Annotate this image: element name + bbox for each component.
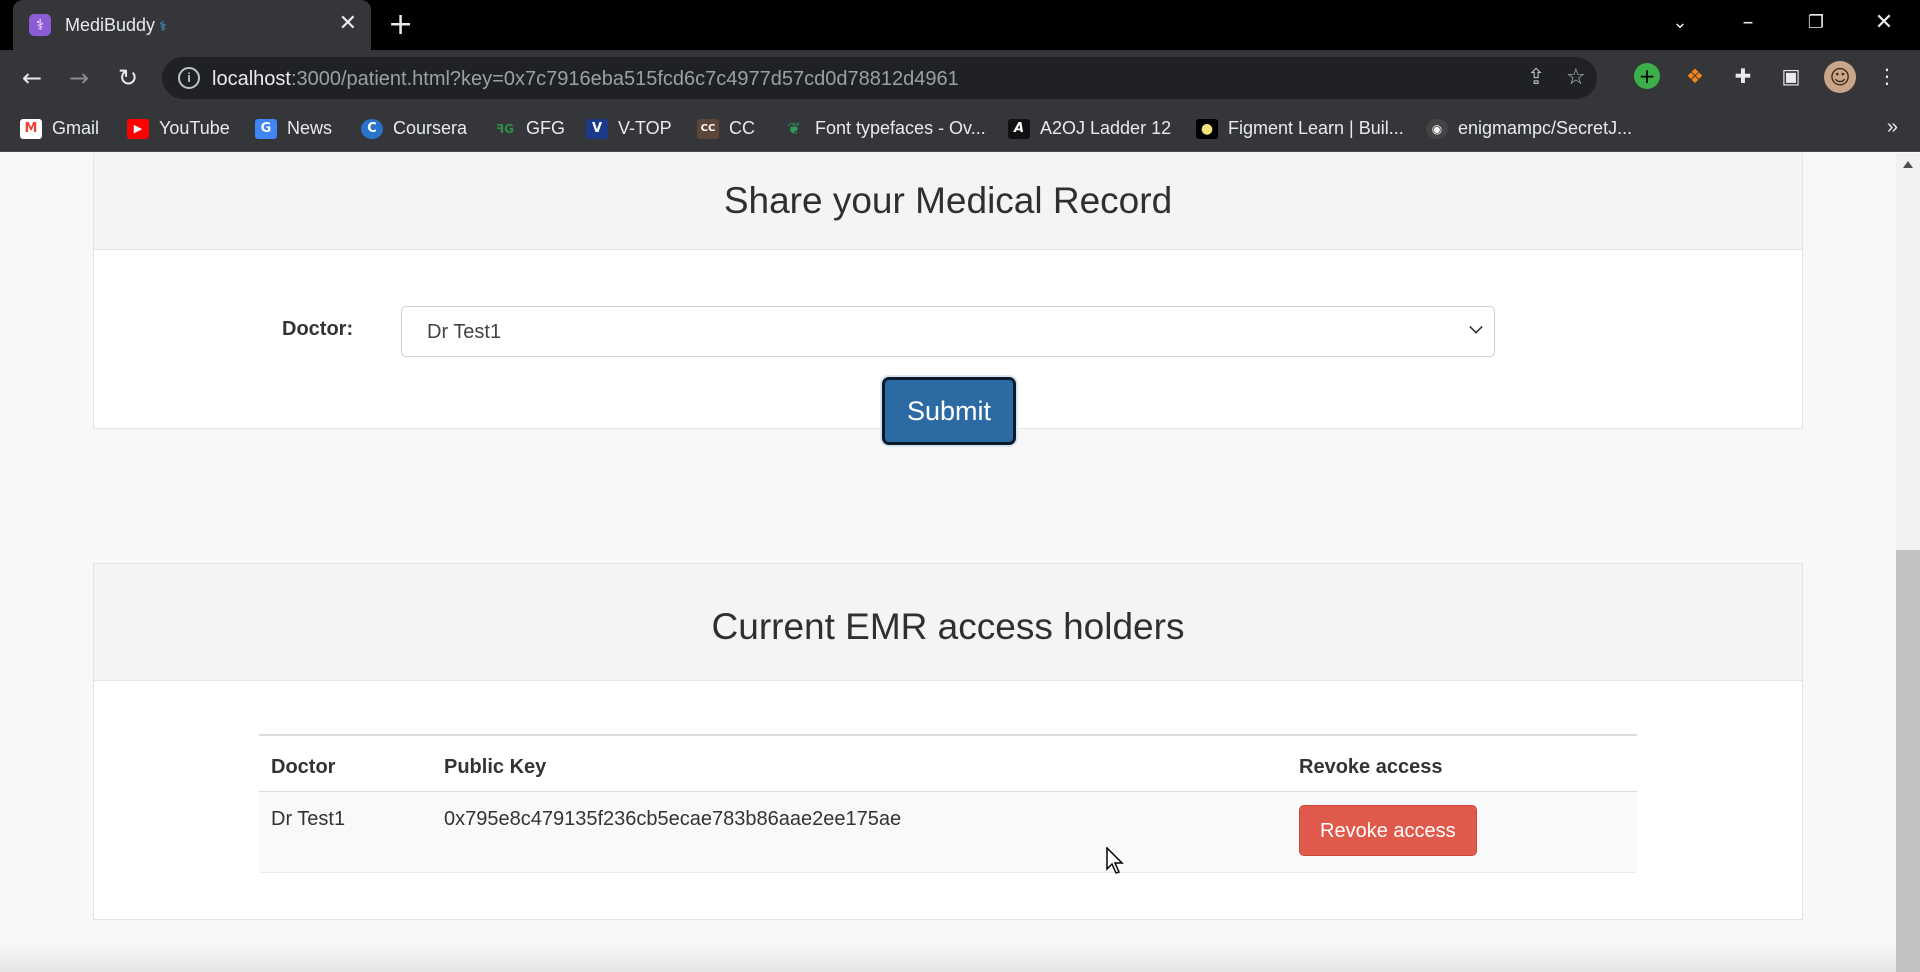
bookmark-font-typefaces[interactable]: ❦ Font typefaces - Ov... bbox=[783, 118, 985, 139]
coursera-icon: C bbox=[361, 118, 383, 139]
bookmark-star-icon[interactable]: ☆ bbox=[1566, 65, 1586, 90]
bookmark-cc[interactable]: CC CC bbox=[697, 118, 755, 139]
browser-tab[interactable]: ⚕ MediBuddy ⚕ ✕ bbox=[13, 0, 371, 50]
new-tab-icon[interactable]: + bbox=[388, 8, 413, 42]
row-doctor: Dr Test1 bbox=[259, 791, 432, 873]
bookmarks-bar: M Gmail ▶ YouTube G News C Coursera ꟻG G… bbox=[0, 106, 1920, 152]
profile-avatar[interactable]: ☺ bbox=[1824, 61, 1856, 93]
extension-plus-icon[interactable]: + bbox=[1634, 63, 1660, 89]
browser-toolbar: ← → ↻ i localhost:3000/patient.html?key=… bbox=[0, 50, 1920, 106]
tab-search-chevron-icon[interactable]: ⌄ bbox=[1665, 8, 1695, 38]
scrollbar-thumb[interactable] bbox=[1896, 550, 1920, 972]
share-record-heading: Share your Medical Record bbox=[94, 153, 1802, 250]
page-viewport: Share your Medical Record Doctor: Dr Tes… bbox=[0, 153, 1896, 972]
github-icon: ◉ bbox=[1426, 118, 1448, 139]
side-panel-icon[interactable]: ▣ bbox=[1778, 63, 1804, 89]
extensions-puzzle-icon[interactable]: ✚ bbox=[1730, 63, 1756, 89]
bottom-shade bbox=[0, 942, 1896, 972]
header-public-key: Public Key bbox=[432, 734, 1287, 792]
bookmark-news[interactable]: G News bbox=[255, 118, 332, 139]
row-public-key: 0x795e8c479135f236cb5ecae783b86aae2ee175… bbox=[432, 791, 1287, 873]
doctor-label: Doctor: bbox=[282, 318, 354, 340]
minimize-icon[interactable]: – bbox=[1733, 8, 1763, 38]
medibuddy-favicon-icon: ⚕ bbox=[29, 14, 51, 36]
metamask-fox-icon[interactable]: ❖ bbox=[1682, 63, 1708, 89]
back-arrow-icon[interactable]: ← bbox=[16, 62, 48, 94]
forward-arrow-icon[interactable]: → bbox=[63, 62, 95, 94]
codechef-icon: CC bbox=[697, 118, 719, 139]
gmail-icon: M bbox=[20, 118, 42, 139]
bookmark-gmail[interactable]: M Gmail bbox=[20, 118, 99, 139]
bookmark-coursera[interactable]: C Coursera bbox=[361, 118, 467, 139]
bookmark-gfg[interactable]: ꟻG GFG bbox=[494, 118, 565, 139]
bookmark-vtop[interactable]: V V-TOP bbox=[586, 118, 672, 139]
table-row: Dr Test1 0x795e8c479135f236cb5ecae783b86… bbox=[259, 791, 1637, 873]
revoke-access-button[interactable]: Revoke access bbox=[1299, 804, 1477, 856]
google-news-icon: G bbox=[255, 118, 277, 139]
bookmarks-overflow-icon[interactable]: » bbox=[1887, 116, 1898, 139]
header-revoke-access: Revoke access bbox=[1287, 734, 1637, 792]
leaf-icon: ❦ bbox=[787, 118, 801, 138]
vtop-icon: V bbox=[586, 118, 608, 139]
a2oj-icon: A bbox=[1008, 118, 1030, 139]
menu-kebab-icon[interactable]: ⋮ bbox=[1874, 63, 1900, 89]
figment-icon: ● bbox=[1196, 118, 1218, 139]
bookmark-a2oj[interactable]: A A2OJ Ladder 12 bbox=[1008, 118, 1171, 139]
doctor-select[interactable]: Dr Test1 bbox=[401, 306, 1495, 357]
tab-title: MediBuddy bbox=[65, 15, 156, 35]
page-scrollbar[interactable] bbox=[1896, 153, 1920, 972]
bookmark-youtube[interactable]: ▶ YouTube bbox=[127, 118, 230, 139]
address-bar[interactable]: i localhost:3000/patient.html?key=0x7c79… bbox=[162, 57, 1597, 99]
tab-strip: ⚕ MediBuddy ⚕ ✕ + ⌄ – ❐ ✕ bbox=[0, 0, 1920, 50]
share-icon[interactable]: ⇪ bbox=[1527, 65, 1545, 90]
share-record-card: Share your Medical Record Doctor: Dr Tes… bbox=[93, 153, 1803, 445]
window-close-icon[interactable]: ✕ bbox=[1869, 8, 1899, 38]
url-path: :3000/patient.html?key=0x7c7916eba515fcd… bbox=[290, 68, 959, 90]
submit-button[interactable]: Submit bbox=[882, 377, 1016, 445]
header-doctor: Doctor bbox=[259, 734, 432, 792]
gfg-icon: ꟻG bbox=[495, 121, 515, 136]
access-holders-heading: Current EMR access holders bbox=[94, 564, 1802, 681]
table-header-row: Doctor Public Key Revoke access bbox=[259, 734, 1637, 792]
chevron-down-icon bbox=[1469, 320, 1483, 334]
youtube-icon: ▶ bbox=[127, 118, 149, 139]
scroll-up-arrow-icon[interactable] bbox=[1903, 161, 1913, 168]
doctor-select-value: Dr Test1 bbox=[427, 321, 502, 343]
access-holders-card: Current EMR access holders Doctor Public… bbox=[93, 563, 1803, 920]
site-info-icon[interactable]: i bbox=[178, 67, 200, 89]
url-host: localhost bbox=[212, 68, 291, 90]
tab-ext-mark: ⚕ bbox=[159, 18, 167, 34]
restore-icon[interactable]: ❐ bbox=[1801, 8, 1831, 38]
bookmark-enigmampc[interactable]: ◉ enigmampc/SecretJ... bbox=[1426, 118, 1632, 139]
close-tab-icon[interactable]: ✕ bbox=[339, 11, 357, 37]
reload-icon[interactable]: ↻ bbox=[112, 62, 144, 94]
bookmark-figment[interactable]: ● Figment Learn | Buil... bbox=[1196, 118, 1404, 139]
access-holders-table: Doctor Public Key Revoke access Dr Test1… bbox=[259, 734, 1637, 873]
